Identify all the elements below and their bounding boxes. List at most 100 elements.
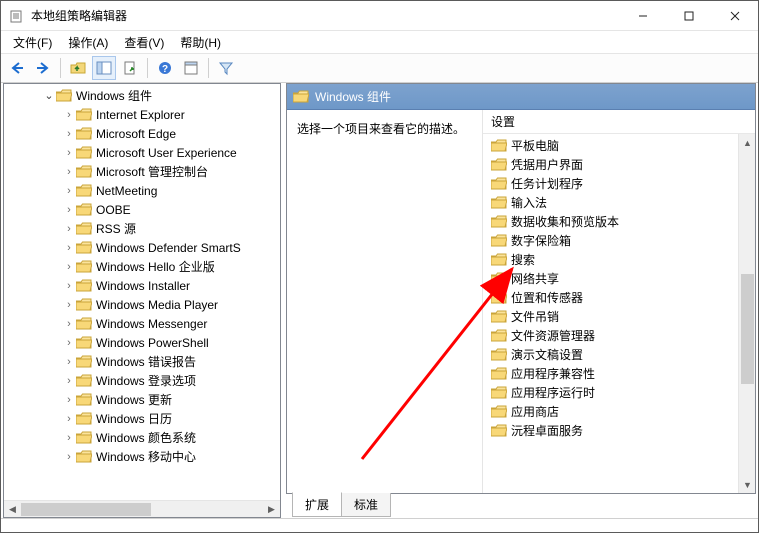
chevron-right-icon[interactable]: › [62,432,76,444]
menu-help-label: 帮助(H) [180,36,221,50]
list-item[interactable]: 凭据用户界面 [491,155,755,174]
scroll-thumb-v[interactable] [741,274,754,384]
tabs-strip: 扩展 标准 [286,494,756,518]
right-header-title: Windows 组件 [315,88,391,105]
tree-item[interactable]: ›Windows 错误报告 [4,352,280,371]
list-item-label: 数据收集和预览版本 [511,213,619,230]
tree-item[interactable]: ›Windows PowerShell [4,333,280,352]
list-item[interactable]: 应用程序运行时 [491,383,755,402]
properties-button[interactable] [179,56,203,80]
list-item[interactable]: 文件资源管理器 [491,326,755,345]
help-button[interactable]: ? [153,56,177,80]
scroll-thumb-h[interactable] [21,503,151,516]
right-v-scrollbar[interactable]: ▲ ▼ [738,134,755,493]
tree-item[interactable]: ›Microsoft 管理控制台 [4,162,280,181]
tree-item[interactable]: ›Windows 移动中心 [4,447,280,466]
chevron-right-icon[interactable]: › [62,204,76,216]
tree-item[interactable]: ›Windows 登录选项 [4,371,280,390]
scroll-right-icon[interactable]: ▶ [263,501,280,518]
scroll-left-icon[interactable]: ◀ [4,501,21,518]
chevron-right-icon[interactable]: › [62,128,76,140]
chevron-right-icon[interactable]: › [62,109,76,121]
chevron-right-icon[interactable]: › [62,280,76,292]
list-item[interactable]: 网络共享 [491,269,755,288]
settings-list-body[interactable]: 平板电脑凭据用户界面任务计划程序输入法数据收集和预览版本数字保险箱搜索网络共享位… [483,134,755,493]
list-item[interactable]: 演示文稿设置 [491,345,755,364]
list-item[interactable]: 应用商店 [491,402,755,421]
show-hide-tree-button[interactable] [92,56,116,80]
chevron-right-icon[interactable]: › [62,147,76,159]
export-list-button[interactable] [118,56,142,80]
tree-item[interactable]: ›Windows Hello 企业版 [4,257,280,276]
chevron-right-icon[interactable]: › [62,242,76,254]
menu-view[interactable]: 查看(V) [116,31,172,54]
chevron-right-icon[interactable]: › [62,261,76,273]
tree-item[interactable]: ›Windows Installer [4,276,280,295]
list-item-label: 搜索 [511,251,535,268]
list-item[interactable]: 文件吊销 [491,307,755,326]
minimize-button[interactable] [620,1,666,30]
chevron-right-icon[interactable]: › [62,451,76,463]
list-item-label: 演示文稿设置 [511,346,583,363]
forward-button[interactable] [31,56,55,80]
chevron-right-icon[interactable]: › [62,394,76,406]
tree-item[interactable]: ›Microsoft Edge [4,124,280,143]
list-item[interactable]: 输入法 [491,193,755,212]
list-item[interactable]: 沅程卓面服务 [491,421,755,440]
tree-item[interactable]: ›Windows Media Player [4,295,280,314]
chevron-right-icon[interactable]: › [62,185,76,197]
folder-icon [491,424,507,438]
tree-item-label: NetMeeting [96,184,157,198]
back-button[interactable] [5,56,29,80]
list-item[interactable]: 搜索 [491,250,755,269]
scroll-up-icon[interactable]: ▲ [739,134,755,151]
folder-icon [76,222,92,236]
tree-item[interactable]: ›RSS 源 [4,219,280,238]
list-item[interactable]: 数据收集和预览版本 [491,212,755,231]
tree-item[interactable]: ›Windows Defender SmartS [4,238,280,257]
maximize-button[interactable] [666,1,712,30]
tree-item[interactable]: ›Internet Explorer [4,105,280,124]
folder-icon [76,108,92,122]
chevron-right-icon[interactable]: › [62,223,76,235]
chevron-right-icon[interactable]: › [62,318,76,330]
up-folder-button[interactable] [66,56,90,80]
tab-standard[interactable]: 标准 [341,493,391,517]
tree-h-scrollbar[interactable]: ◀ ▶ [4,500,280,517]
menu-file-label: 文件(F) [13,36,52,50]
chevron-down-icon[interactable]: ⌄ [42,89,56,102]
list-item[interactable]: 数字保险箱 [491,231,755,250]
menu-action[interactable]: 操作(A) [60,31,116,54]
tree-item[interactable]: ›Windows 颜色系统 [4,428,280,447]
tree-item-root[interactable]: ⌄Windows 组件 [4,86,280,105]
tree-item[interactable]: ›Microsoft User Experience [4,143,280,162]
list-item[interactable]: 平板电脑 [491,136,755,155]
tree-item-label: Windows Messenger [96,317,207,331]
tree-body[interactable]: ⌄Windows 组件›Internet Explorer›Microsoft … [4,84,280,500]
list-item[interactable]: 位置和传感器 [491,288,755,307]
folder-icon [76,336,92,350]
chevron-right-icon[interactable]: › [62,337,76,349]
scroll-down-icon[interactable]: ▼ [739,476,755,493]
close-button[interactable] [712,1,758,30]
menu-file[interactable]: 文件(F) [5,31,60,54]
tab-extended[interactable]: 扩展 [292,492,342,517]
chevron-right-icon[interactable]: › [62,413,76,425]
settings-column-header[interactable]: 设置 [483,110,755,134]
tree-item[interactable]: › NetMeeting [4,181,280,200]
list-item[interactable]: 应用程序兼容性 [491,364,755,383]
chevron-right-icon[interactable]: › [62,356,76,368]
folder-icon [491,272,507,286]
tree-item[interactable]: ›Windows 更新 [4,390,280,409]
tree-item[interactable]: ›Windows 日历 [4,409,280,428]
chevron-right-icon[interactable]: › [62,166,76,178]
chevron-right-icon[interactable]: › [62,299,76,311]
menu-help[interactable]: 帮助(H) [172,31,229,54]
filter-button[interactable] [214,56,238,80]
list-item[interactable]: 任务计划程序 [491,174,755,193]
tree-item[interactable]: ›OOBE [4,200,280,219]
folder-icon [491,291,507,305]
tree-item[interactable]: › Windows Messenger [4,314,280,333]
app-icon [9,8,25,24]
chevron-right-icon[interactable]: › [62,375,76,387]
